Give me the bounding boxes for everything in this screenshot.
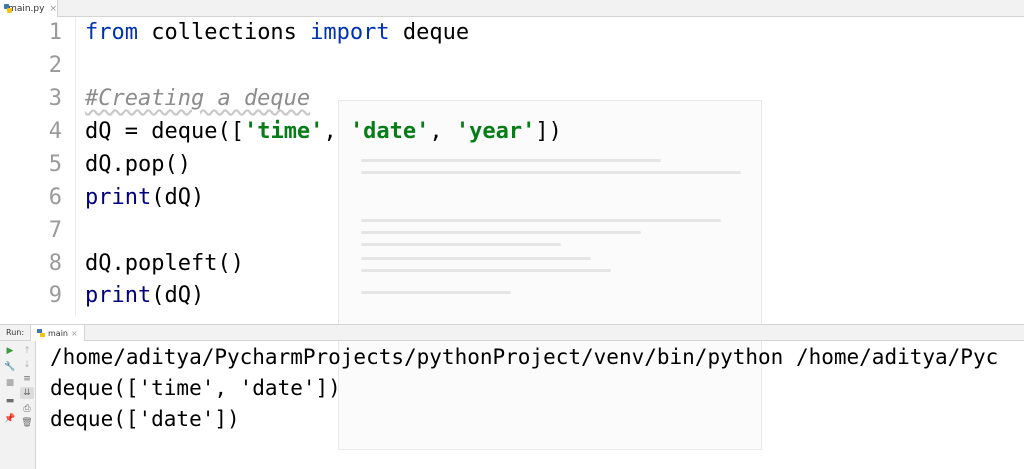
module-name: collections [137, 20, 311, 45]
line-number: 9 [48, 283, 62, 308]
console-output-line: deque(['time', 'date']) [50, 376, 341, 400]
print-icon[interactable]: ⎙ [20, 403, 34, 415]
code-line-1[interactable]: from collections import deque [85, 18, 469, 48]
code-line-4[interactable]: dQ = deque(['time', 'date', 'year']) [85, 117, 562, 147]
close-run-tab-icon[interactable]: × [71, 329, 78, 338]
down-arrow-icon[interactable]: ↓ [20, 359, 34, 371]
line-number: 1 [48, 20, 62, 45]
code-line-6[interactable]: print(dQ) [85, 183, 204, 213]
builtin-print: print [85, 283, 152, 308]
line-number: 7 [48, 218, 62, 243]
code-text: (dQ) [151, 185, 205, 210]
import-name: deque [389, 20, 470, 45]
code-line-5[interactable]: dQ.pop() [85, 150, 191, 180]
line-number: 6 [48, 185, 62, 210]
editor-tab-bar: main.py × [0, 0, 1024, 17]
code-text: (dQ) [151, 283, 205, 308]
code-text: ]) [535, 119, 562, 144]
run-tab-label: main [48, 328, 68, 338]
pin-icon[interactable]: 📌 [3, 413, 17, 425]
soft-wrap-icon[interactable]: ≡ [20, 373, 34, 385]
console-output-line: /home/aditya/PycharmProjects/pythonProje… [50, 345, 999, 369]
up-arrow-icon[interactable]: ↑ [20, 345, 34, 357]
faded-popup-overlay [338, 100, 762, 450]
run-icon[interactable]: ▶ [3, 345, 17, 357]
line-number: 4 [48, 119, 62, 144]
python-run-icon [37, 329, 45, 337]
close-tab-icon[interactable]: × [49, 4, 57, 14]
string-literal: 'date' [349, 119, 430, 144]
line-number: 2 [48, 53, 62, 78]
string-literal: 'time' [243, 119, 324, 144]
run-label: Run: [6, 328, 25, 337]
python-file-icon [4, 4, 13, 13]
scroll-to-end-icon[interactable]: ⇊ [20, 387, 34, 399]
line-number: 3 [48, 86, 62, 111]
string-literal: 'year' [455, 119, 536, 144]
code-text: dQ.pop() [85, 152, 191, 177]
tab-main-py[interactable]: main.py × [0, 0, 58, 17]
run-config-tab[interactable]: main × [30, 325, 85, 341]
keyword-import: import [310, 20, 390, 45]
layout-icon[interactable]: ▬ [3, 395, 17, 407]
gutter-divider [75, 17, 76, 316]
console-output-line: deque(['date']) [50, 407, 240, 431]
keyword-from: from [85, 20, 138, 45]
tab-filename: main.py [8, 3, 45, 14]
code-text: , [323, 119, 350, 144]
code-line-9[interactable]: print(dQ) [85, 281, 204, 311]
wrench-icon[interactable]: 🔧 [3, 361, 17, 373]
code-line-8[interactable]: dQ.popleft() [85, 249, 244, 279]
line-number: 8 [48, 251, 62, 276]
stop-icon[interactable]: ■ [3, 377, 17, 389]
code-text: dQ.popleft() [85, 251, 244, 276]
code-text: , [429, 119, 456, 144]
code-text: dQ = deque([ [85, 119, 244, 144]
builtin-print: print [85, 185, 152, 210]
trash-icon[interactable]: 🗑 [20, 417, 34, 429]
line-number: 5 [48, 152, 62, 177]
run-toolbar: ▶ 🔧 ■ ▬ 📌 ↑ ↓ ≡ ⇊ ⎙ 🗑 [0, 341, 36, 469]
code-line-3[interactable]: #Creating a deque [85, 84, 310, 114]
comment: #Creating a deque [85, 86, 311, 111]
run-tool-window-header: Run: main × [0, 324, 1024, 341]
